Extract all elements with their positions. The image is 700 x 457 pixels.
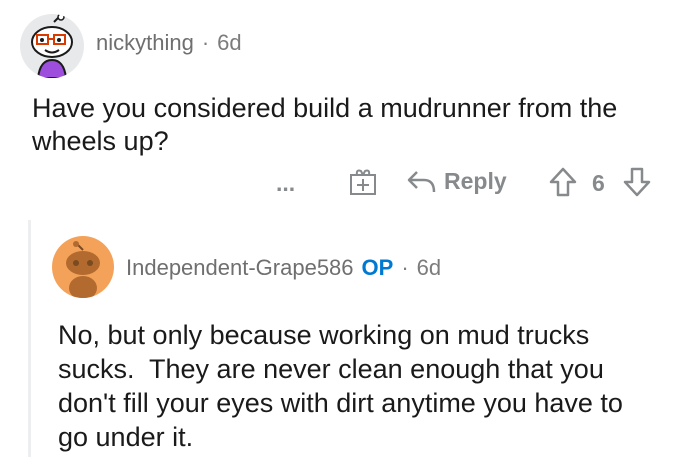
avatar[interactable] (52, 236, 114, 298)
thread-line[interactable] (28, 220, 31, 457)
comment-header: nickything · 6d (96, 30, 242, 56)
more-options-label: ... (276, 170, 296, 196)
comment-text-line: don't fill your eyes with dirt anytime y… (58, 388, 623, 418)
comment-age: 6d (416, 255, 442, 280)
username[interactable]: Independent-Grape586 (126, 255, 354, 281)
snoo-avatar-icon (31, 14, 73, 78)
upvote-icon[interactable] (548, 166, 578, 198)
reply-label: Reply (444, 168, 507, 194)
comment-body: Have you considered build a mudrunner fr… (32, 92, 672, 158)
username[interactable]: nickything (96, 30, 194, 56)
comment-header: Independent-Grape586 OP · 6d (126, 255, 441, 281)
reply-icon (406, 169, 436, 195)
comment-text-line: go under it. (58, 422, 194, 452)
score-value: 6 (592, 170, 605, 197)
op-badge: OP (361, 255, 394, 280)
more-options-button[interactable]: ... (276, 170, 295, 197)
snoo-avatar-icon (66, 241, 100, 298)
comment-age: 6d (217, 30, 242, 55)
comment-text-line: sucks. They are never clean enough that … (58, 354, 604, 384)
award-icon[interactable] (348, 167, 378, 197)
downvote-icon[interactable] (622, 166, 652, 198)
meta-separator: · (401, 255, 409, 280)
comment-body: No, but only because working on mud truc… (58, 318, 688, 454)
comment-text: Have you considered build a mudrunner fr… (32, 93, 618, 156)
comment-text-line: No, but only because working on mud truc… (58, 320, 590, 350)
vote-count: 6 (592, 170, 605, 196)
meta-separator: · (201, 30, 210, 55)
reply-button[interactable]: Reply (406, 168, 507, 195)
avatar[interactable] (20, 14, 84, 78)
